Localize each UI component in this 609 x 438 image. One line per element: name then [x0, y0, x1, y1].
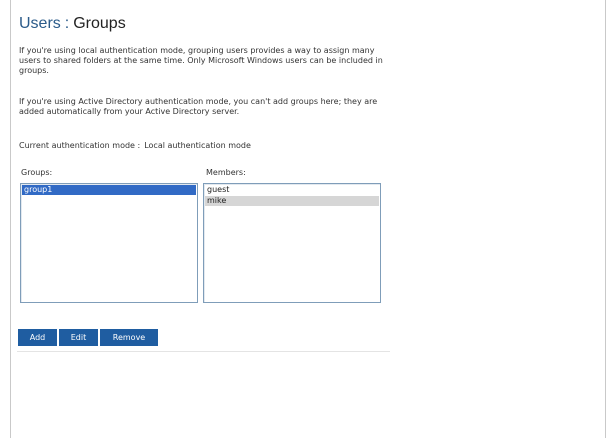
page-title: Users: Groups [19, 14, 126, 34]
auth-mode-row: Current authentication mode : Local authe… [19, 141, 251, 151]
groups-label: Groups: [21, 168, 53, 177]
page-title-separator: : [64, 15, 70, 32]
members-label: Members: [206, 168, 246, 177]
member-item-guest[interactable]: guest [205, 185, 379, 195]
edit-button[interactable]: Edit [59, 329, 98, 346]
remove-button[interactable]: Remove [100, 329, 158, 346]
member-item-mike[interactable]: mike [205, 196, 379, 206]
ad-mode-description: If you're using Active Directory authent… [19, 97, 378, 116]
page-title-page: Groups [73, 15, 126, 32]
group-item-group1[interactable]: group1 [22, 185, 196, 195]
members-listbox[interactable]: guest mike [203, 183, 381, 303]
local-mode-description: If you're using local authentication mod… [19, 46, 383, 75]
auth-mode-label: Current authentication mode : [19, 141, 141, 150]
add-button[interactable]: Add [18, 329, 57, 346]
action-buttons: Add Edit Remove [18, 329, 158, 346]
divider [17, 351, 390, 352]
auth-mode-value: Local authentication mode [144, 141, 251, 150]
groups-listbox[interactable]: group1 [20, 183, 198, 303]
page-title-section: Users [19, 15, 61, 32]
